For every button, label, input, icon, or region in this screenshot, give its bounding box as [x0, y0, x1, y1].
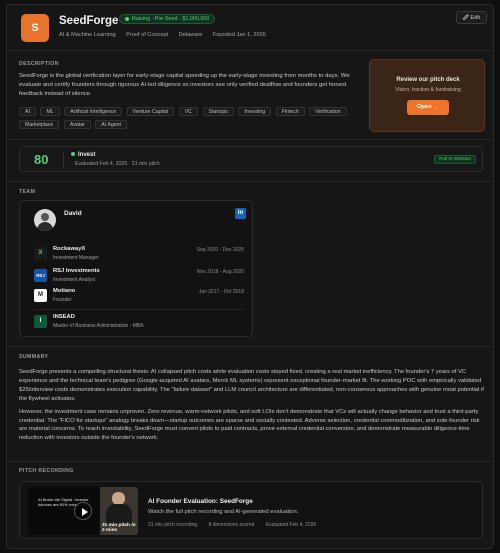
experience-dates: Nov 2018 - Aug 2020 [197, 269, 244, 275]
session-badge: Full AI Session [434, 155, 476, 164]
pitch-deck-subtitle: Vision, traction & fundraising [395, 87, 461, 93]
rockawayx-logo-icon: X [34, 247, 47, 260]
experience-company: Motiano [53, 288, 76, 294]
experience-role: Founder [53, 297, 72, 303]
experience-role: Investment Manager [53, 255, 99, 261]
chip: Investing [238, 107, 272, 116]
recording-title: AI Founder Evaluation: SeedForge [148, 498, 253, 505]
raising-text: Raising · Pre-Seed · $1,000,000 [132, 16, 210, 22]
startup-profile-page: S SeedForge Raising · Pre-Seed · $1,000,… [6, 4, 494, 549]
pitch-deck-title: Review our pitch deck [396, 77, 460, 83]
pitch-recording-card: AI Broke the Signal. Investor inboxes ar… [19, 481, 483, 539]
profile-header: S SeedForge Raising · Pre-Seed · $1,000,… [7, 5, 493, 51]
edit-label: Edit [470, 15, 480, 21]
chip: Fintech [275, 107, 305, 116]
company-name: SeedForge [59, 15, 119, 27]
pitch-deck-card: Review our pitch deck Vision, traction &… [369, 59, 485, 132]
experience-company: RockawayX [53, 246, 86, 252]
open-deck-button[interactable]: Open → [407, 100, 449, 115]
avatar-body [37, 222, 53, 231]
divider [7, 139, 493, 140]
score-separator [63, 152, 64, 168]
chip: Verification [309, 107, 347, 116]
education-degree: Master of Business Administration - MBA [53, 323, 144, 329]
linkedin-icon[interactable]: in [235, 208, 246, 219]
edit-button[interactable]: Edit [455, 11, 487, 24]
experience-dates: Jan 2017 - Oct 2018 [198, 289, 244, 295]
verdict-dot-icon [71, 152, 75, 157]
founder-card: David in X RockawayX Investment Manager … [19, 200, 253, 337]
divider [34, 309, 244, 310]
recording-length: 31 min pitch recording [148, 522, 198, 528]
rsj-logo-icon: RSJ [34, 269, 47, 282]
summary-text: SeedForge presents a compelling structur… [19, 368, 485, 447]
team-heading: TEAM [19, 189, 36, 195]
chip: ML [40, 107, 60, 116]
verdict: Invest [71, 152, 95, 160]
chip: Venture Capital [126, 107, 175, 116]
chip: AI [19, 107, 36, 116]
experience-dates: Sep 2020 - Dec 2025 [196, 247, 244, 253]
company-tags: AI & Machine Learning Proof of Concept D… [59, 32, 275, 39]
status-dot-icon [125, 16, 129, 21]
verdict-label: Invest [78, 152, 96, 158]
edit-icon [462, 14, 469, 20]
divider [7, 461, 493, 462]
logo-letter: S [31, 21, 39, 34]
tag-stage: Proof of Concept [126, 32, 169, 38]
description-heading: DESCRIPTION [19, 61, 59, 67]
evaluation-meta: Evaluated Feb 4, 2026 · 31 min pitch [75, 161, 160, 167]
company-logo: S [21, 14, 49, 42]
description-text: SeedForge is the global verification lay… [19, 73, 350, 97]
chip: VC [178, 107, 198, 116]
education-school: INSEAD [53, 314, 75, 320]
recording-meta: 31 min pitch recording 8 dimensions scor… [148, 522, 326, 529]
chip: Avatar [63, 120, 91, 129]
raising-badge: Raising · Pre-Seed · $1,000,000 [119, 14, 216, 24]
education-item: I INSEAD Master of Business Administrati… [34, 314, 244, 334]
video-thumbnail[interactable]: AI Broke the Signal. Investor inboxes ar… [28, 487, 138, 535]
divider [7, 346, 493, 347]
chip: AI Agent [95, 120, 127, 129]
score-value: 80 [34, 152, 49, 167]
recording-evaluated: Evaluated Feb 4, 2026 [265, 522, 317, 528]
experience-item: M Motiano Founder Jan 2017 - Oct 2018 [34, 288, 244, 308]
tag-location: Delaware [178, 32, 203, 38]
experience-item: X RockawayX Investment Manager Sep 2020 … [34, 246, 244, 266]
chip: Marketplace [19, 120, 60, 129]
tag-founded: Founded Jan 1, 2026 [212, 32, 266, 38]
pitch-recording-heading: PITCH RECORDING [19, 468, 74, 474]
avatar-head [41, 213, 49, 221]
motiano-logo-icon: M [34, 289, 47, 302]
thumbnail-caption: 31 min pitch in 2 mins [102, 523, 136, 534]
founder-avatar [34, 209, 56, 231]
recording-dimensions: 8 dimensions scored [208, 522, 255, 528]
summary-heading: SUMMARY [19, 354, 49, 360]
keyword-chips: AI ML Artificial Intelligence Venture Ca… [19, 107, 354, 133]
founder-name: David [64, 210, 82, 217]
insead-logo-icon: I [34, 315, 47, 328]
divider [7, 181, 493, 182]
summary-paragraph: SeedForge presents a compelling structur… [19, 369, 484, 402]
evaluation-score-card: 80 Invest Evaluated Feb 4, 2026 · 31 min… [19, 146, 483, 172]
tag-industry: AI & Machine Learning [59, 32, 116, 38]
chip: Startups [202, 107, 234, 116]
experience-company: RSJ Investments [53, 268, 100, 274]
summary-paragraph: However, the investment case remains unp… [19, 408, 480, 442]
play-icon[interactable] [74, 502, 92, 520]
experience-item: RSJ RSJ Investments Investment Analyst N… [34, 268, 244, 288]
presenter-body [106, 504, 132, 524]
recording-subtitle: Watch the full pitch recording and AI-ge… [148, 509, 299, 515]
experience-role: Investment Analyst [53, 277, 95, 283]
chip: Artificial Intelligence [64, 107, 123, 116]
